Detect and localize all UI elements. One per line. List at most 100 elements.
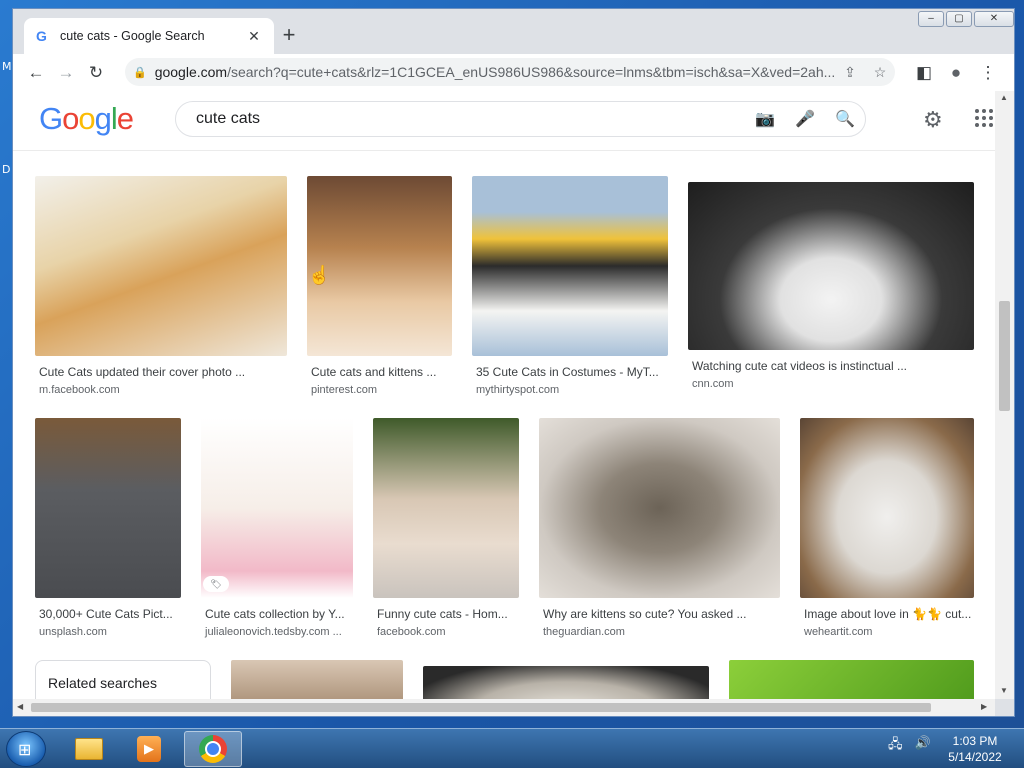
bookmark-star-icon[interactable]: ☆ <box>865 64 895 81</box>
lock-icon[interactable]: 🔒 <box>133 66 147 79</box>
close-window-button[interactable]: ✕ <box>974 11 1014 27</box>
result-thumbnail-funny-kitten[interactable] <box>373 418 519 598</box>
vertical-scrollbar[interactable]: ▲ ▼ <box>995 91 1014 699</box>
result-thumbnail-cat-sunglasses[interactable] <box>35 418 181 598</box>
maximize-button[interactable]: ▢ <box>946 11 972 27</box>
camera-search-icon[interactable]: 📷 <box>745 109 785 129</box>
scroll-up-arrow-icon[interactable]: ▲ <box>1000 93 1008 102</box>
start-button[interactable]: ⊞ <box>6 731 46 767</box>
result-thumbnail-plush-kitten[interactable]: 🏷 <box>201 418 353 598</box>
result-thumbnail-sleeping-kitten[interactable] <box>539 418 780 598</box>
taskbar-chrome[interactable] <box>184 731 242 767</box>
settings-gear-icon[interactable]: ⚙ <box>923 107 943 133</box>
desktop-icon-label[interactable]: D <box>2 163 10 176</box>
result-source[interactable]: unsplash.com <box>35 626 181 638</box>
result-title[interactable]: Watching cute cat videos is instinctual … <box>688 359 974 373</box>
result-thumbnail-partial[interactable] <box>423 666 709 699</box>
minimize-button[interactable]: ‒ <box>918 11 944 27</box>
horizontal-scroll-thumb[interactable] <box>31 703 931 712</box>
result-title[interactable]: Funny cute cats - Hom... <box>373 607 519 621</box>
system-tray: 🖧 🔊 <box>888 735 931 757</box>
network-icon[interactable]: 🖧 <box>888 735 903 757</box>
tab-cute-cats[interactable]: G cute cats - Google Search ✕ <box>24 18 274 54</box>
browser-toolbar: ← → ↻ 🔒 google.com/search?q=cute+cats&rl… <box>13 54 1014 91</box>
forward-button[interactable]: → <box>51 58 81 88</box>
tab-close-icon[interactable]: ✕ <box>246 28 262 45</box>
result-source[interactable]: m.facebook.com <box>35 384 287 396</box>
media-player-icon: ▶ <box>137 736 161 762</box>
scroll-down-arrow-icon[interactable]: ▼ <box>1000 686 1008 695</box>
google-favicon-icon: G <box>36 28 47 44</box>
image-result[interactable] <box>423 666 709 699</box>
search-icon[interactable]: 🔍 <box>825 109 865 129</box>
product-tag-icon[interactable]: 🏷 <box>203 576 229 592</box>
image-result[interactable]: 30,000+ Cute Cats Pict... unsplash.com <box>35 418 181 638</box>
image-result[interactable] <box>729 660 974 699</box>
logo-letter: G <box>39 101 63 136</box>
scroll-left-arrow-icon[interactable]: ◀ <box>17 702 23 711</box>
taskbar-media-player[interactable]: ▶ <box>120 731 178 767</box>
related-searches-label: Related searches <box>48 675 157 691</box>
chrome-icon <box>199 735 227 763</box>
window-controls: ‒ ▢ ✕ <box>916 11 1014 27</box>
image-result[interactable]: Image about love in 🐈🐈 cut... weheartit.… <box>800 418 974 638</box>
result-source[interactable]: theguardian.com <box>539 626 780 638</box>
search-query[interactable]: cute cats <box>196 110 745 128</box>
share-icon[interactable]: ⇪ <box>835 64 865 81</box>
url-host: google.com <box>154 64 228 80</box>
result-thumbnail-partial[interactable] <box>231 660 403 699</box>
result-thumbnail-kitten[interactable] <box>35 176 287 356</box>
logo-letter: o <box>78 101 95 136</box>
result-source[interactable]: cnn.com <box>688 378 974 390</box>
reload-button[interactable]: ↻ <box>81 58 111 88</box>
result-title[interactable]: Cute cats and kittens ... <box>307 365 452 379</box>
result-thumbnail-grumpy-cat[interactable] <box>688 182 974 350</box>
image-result[interactable]: 35 Cute Cats in Costumes - MyT... mythir… <box>472 176 668 396</box>
related-searches-card[interactable]: Related searches <box>35 660 211 699</box>
image-result[interactable]: Cute cats and kittens ... pinterest.com <box>307 176 452 396</box>
horizontal-scrollbar[interactable]: ◀ ▶ <box>13 699 995 716</box>
chrome-menu-icon[interactable]: ⋮ <box>973 58 1003 88</box>
image-result[interactable] <box>231 660 403 699</box>
result-source[interactable]: pinterest.com <box>307 384 452 396</box>
google-apps-grid-icon[interactable] <box>975 109 993 127</box>
side-panel-icon[interactable]: ◧ <box>909 58 939 88</box>
image-result[interactable]: Cute Cats updated their cover photo ... … <box>35 176 287 396</box>
desktop-icon-label[interactable]: M <box>2 60 12 73</box>
result-title[interactable]: Why are kittens so cute? You asked ... <box>539 607 780 621</box>
folder-icon <box>75 738 103 760</box>
result-source[interactable]: julialeonovich.tedsby.com ... <box>201 626 353 638</box>
image-result[interactable]: 🏷 Cute cats collection by Y... julialeon… <box>201 418 353 638</box>
scroll-right-arrow-icon[interactable]: ▶ <box>981 702 987 711</box>
result-title[interactable]: Cute cats collection by Y... <box>201 607 353 621</box>
google-logo[interactable]: Google <box>39 101 134 137</box>
url-path: /search?q=cute+cats&rlz=1C1GCEA_enUS986U… <box>227 64 835 80</box>
result-thumbnail-cats-heart[interactable] <box>800 418 974 598</box>
vertical-scroll-thumb[interactable] <box>999 301 1010 411</box>
image-result[interactable]: Funny cute cats - Hom... facebook.com <box>373 418 519 638</box>
result-source[interactable]: weheartit.com <box>800 626 974 638</box>
result-thumbnail-partial[interactable] <box>729 660 974 699</box>
address-bar[interactable]: 🔒 google.com/search?q=cute+cats&rlz=1C1G… <box>125 58 895 86</box>
result-title[interactable]: 30,000+ Cute Cats Pict... <box>35 607 181 621</box>
back-button[interactable]: ← <box>21 58 51 88</box>
result-source[interactable]: facebook.com <box>373 626 519 638</box>
image-result[interactable]: Watching cute cat videos is instinctual … <box>688 182 974 390</box>
browser-window: G cute cats - Google Search ✕ + ‒ ▢ ✕ ← … <box>12 8 1015 717</box>
result-title[interactable]: Image about love in 🐈🐈 cut... <box>800 607 974 621</box>
url-text[interactable]: google.com/search?q=cute+cats&rlz=1C1GCE… <box>155 64 835 80</box>
profile-avatar-icon[interactable]: ● <box>941 58 971 88</box>
result-title[interactable]: 35 Cute Cats in Costumes - MyT... <box>472 365 668 379</box>
search-input[interactable]: cute cats 📷 🎤 🔍 <box>175 101 866 137</box>
result-title[interactable]: Cute Cats updated their cover photo ... <box>35 365 287 379</box>
result-thumbnail-sushi-cat[interactable] <box>472 176 668 356</box>
volume-icon[interactable]: 🔊 <box>915 735 931 757</box>
tab-title: cute cats - Google Search <box>60 29 205 43</box>
result-source[interactable]: mythirtyspot.com <box>472 384 668 396</box>
new-tab-button[interactable]: + <box>275 22 303 50</box>
voice-search-icon[interactable]: 🎤 <box>785 109 825 129</box>
image-result[interactable]: Why are kittens so cute? You asked ... t… <box>539 418 780 638</box>
taskbar-file-explorer[interactable] <box>60 731 118 767</box>
clock[interactable]: 1:03 PM 5/14/2022 <box>940 733 1010 765</box>
taskbar: ⊞ ▶ 🖧 🔊 1:03 PM 5/14/2022 <box>0 728 1024 768</box>
